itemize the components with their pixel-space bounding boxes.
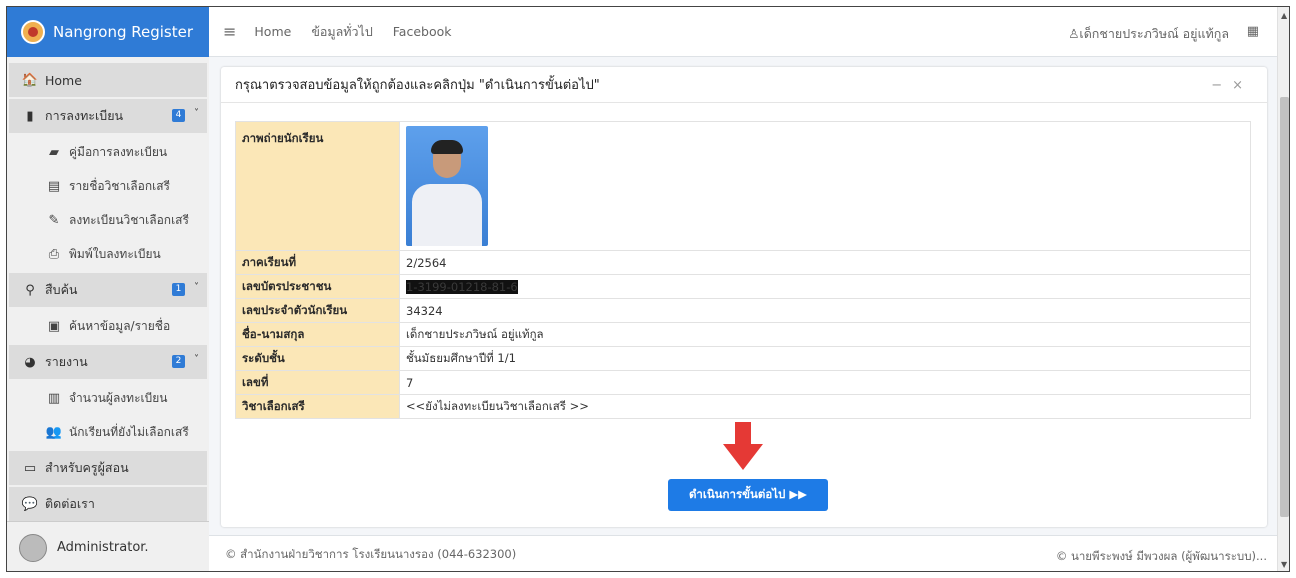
table-row: ภาคเรียนที่ 2/2564 [235, 250, 1251, 275]
search-icon: ⚲ [25, 282, 35, 298]
edit-icon: ✎ [48, 212, 60, 228]
admin-profile[interactable]: Administrator. [7, 521, 209, 571]
minimize-icon[interactable]: − [1211, 78, 1232, 93]
sidebar: Nangrong Register 🏠 Home ▮ การลงทะเบียน 4 ˅ … [7, 7, 209, 571]
scrollbar[interactable]: ▲ ▼ [1277, 7, 1289, 571]
row-value: ชั้นมัธยมศึกษาปีที่ 1/1 [399, 346, 1251, 371]
bar-chart-icon: ▥ [47, 390, 61, 406]
sidebar-item-contact[interactable]: 💬 ติดต่อเรา [9, 487, 207, 521]
student-photo [406, 126, 488, 246]
sidebar-item-search[interactable]: ⚲ สืบค้น 1 ˅ [9, 273, 207, 307]
row-label: เลขที่ [235, 370, 400, 395]
table-row: วิชาเลือกเสรี <<ยังไม่ลงทะเบียนวิชาเลือกเ… [235, 394, 1251, 419]
table-row: เลขที่ 7 [235, 370, 1251, 395]
table-row: ภาพถ่ายนักเรียน [235, 121, 1251, 251]
row-value: 34324 [399, 298, 1251, 323]
nav-general-link[interactable]: ข้อมูลทั่วไป [311, 22, 372, 42]
row-label: เลขประจำตัวนักเรียน [235, 298, 400, 323]
row-label: เลขบัตรประชาชน [235, 274, 400, 299]
user-menu[interactable]: ♙เด็กชายประภวิษณ์ อยู่แท้กูล [1068, 24, 1229, 44]
footer: © สำนักงานฝ่ายวิชาการ โรงเรียนนางรอง (04… [209, 535, 1277, 571]
chevron-down-icon: ˅ [194, 282, 199, 293]
table-row: เลขประจำตัวนักเรียน 34324 [235, 298, 1251, 323]
row-label: ระดับชั้น [235, 346, 400, 371]
nav-home-link[interactable]: Home [254, 24, 291, 39]
id-card-icon: ▣ [47, 318, 61, 334]
down-arrow-icon [723, 422, 763, 470]
apps-grid-icon[interactable]: ▦ [1247, 24, 1259, 39]
home-icon: 🏠 [21, 72, 39, 88]
chevron-down-icon: ˅ [194, 354, 199, 365]
app-window: Nangrong Register 🏠 Home ▮ การลงทะเบียน 4 ˅ … [6, 6, 1290, 572]
brand-title: Nangrong Register [53, 23, 194, 41]
chalkboard-icon: ▭ [23, 460, 37, 476]
table-row: ชื่อ-นามสกุล เด็กชายประภวิษณ์ อยู่แท้กูล [235, 322, 1251, 347]
sidebar-item-register[interactable]: ▮ การลงทะเบียน 4 ˅ [9, 99, 207, 133]
hamburger-menu-icon[interactable]: ≡ [223, 22, 236, 41]
scrollbar-thumb[interactable] [1280, 97, 1289, 517]
pie-chart-icon: ◕ [24, 354, 36, 370]
next-step-button[interactable]: ดำเนินการขั้นต่อไป ▶▶ [668, 479, 828, 511]
card-title: กรุณาตรวจสอบข้อมูลให้ถูกต้องและคลิกปุ่ม … [235, 78, 600, 93]
chat-icon: 💬 [21, 496, 39, 512]
sidebar-item-report[interactable]: ◕ รายงาน 2 ˅ [9, 345, 207, 379]
search-badge: 1 [172, 283, 185, 296]
row-value: 1-3199-01218-81-6 [399, 274, 1251, 299]
sidebar-item-manual[interactable]: ▰ คู่มือการลงทะเบียน [7, 135, 209, 169]
scroll-down-icon[interactable]: ▼ [1281, 560, 1287, 569]
top-navbar: ≡ Home ข้อมูลทั่วไป Facebook ♙เด็กชายประ… [209, 7, 1277, 57]
sidebar-item-enroll[interactable]: ✎ ลงทะเบียนวิชาเลือกเสรี [7, 203, 209, 237]
close-icon[interactable]: × [1232, 78, 1253, 93]
book-icon: ▰ [49, 144, 59, 160]
table-row: เลขบัตรประชาชน 1-3199-01218-81-6 [235, 274, 1251, 299]
school-logo-icon [21, 20, 45, 44]
row-value: เด็กชายประภวิษณ์ อยู่แท้กูล [399, 322, 1251, 347]
user-icon: ♙ [1068, 26, 1080, 41]
nav-facebook-link[interactable]: Facebook [393, 24, 452, 39]
file-icon: ▮ [26, 108, 34, 124]
chevron-down-icon: ˅ [194, 108, 199, 119]
footer-left: © สำนักงานฝ่ายวิชาการ โรงเรียนนางรอง (04… [225, 546, 517, 561]
footer-right: © นายพีระพงษ์ มีพวงผล (ผู้พัฒนาระบบ)... [1055, 549, 1267, 563]
register-badge: 4 [172, 109, 185, 122]
users-icon: 👥 [45, 424, 63, 440]
sidebar-item-print[interactable]: ⎙ พิมพ์ใบลงทะเบียน [7, 237, 209, 271]
sidebar-item-teacher[interactable]: ▭ สำหรับครูผู้สอน [9, 451, 207, 485]
list-icon: ▤ [47, 178, 61, 194]
row-label: ภาพถ่ายนักเรียน [235, 121, 400, 251]
sidebar-item-course-list[interactable]: ▤ รายชื่อวิชาเลือกเสรี [7, 169, 209, 203]
sidebar-item-not-enrolled[interactable]: 👥 นักเรียนที่ยังไม่เลือกเสรี [7, 415, 209, 449]
sidebar-item-count[interactable]: ▥ จำนวนผู้ลงทะเบียน [7, 381, 209, 415]
row-value: <<ยังไม่ลงทะเบียนวิชาเลือกเสรี >> [399, 394, 1251, 419]
row-label: ชื่อ-นามสกุล [235, 322, 400, 347]
report-badge: 2 [172, 355, 185, 368]
scroll-up-icon[interactable]: ▲ [1281, 11, 1287, 20]
row-label: วิชาเลือกเสรี [235, 394, 400, 419]
confirm-card: กรุณาตรวจสอบข้อมูลให้ถูกต้องและคลิกปุ่ม … [221, 67, 1267, 527]
print-icon: ⎙ [48, 246, 60, 262]
row-value: 7 [399, 370, 1251, 395]
brand[interactable]: Nangrong Register [7, 7, 209, 57]
table-row: ระดับชั้น ชั้นมัธยมศึกษาปีที่ 1/1 [235, 346, 1251, 371]
sidebar-item-find[interactable]: ▣ ค้นหาข้อมูล/รายชื่อ [7, 309, 209, 343]
row-label: ภาคเรียนที่ [235, 250, 400, 275]
card-header: กรุณาตรวจสอบข้อมูลให้ถูกต้องและคลิกปุ่ม … [221, 67, 1267, 103]
sidebar-item-home[interactable]: 🏠 Home [9, 63, 207, 97]
avatar [19, 533, 47, 562]
student-info-table: ภาพถ่ายนักเรียน ภาคเรียนที่ 2/2564 เลขบัต… [235, 121, 1251, 419]
row-value: 2/2564 [399, 250, 1251, 275]
